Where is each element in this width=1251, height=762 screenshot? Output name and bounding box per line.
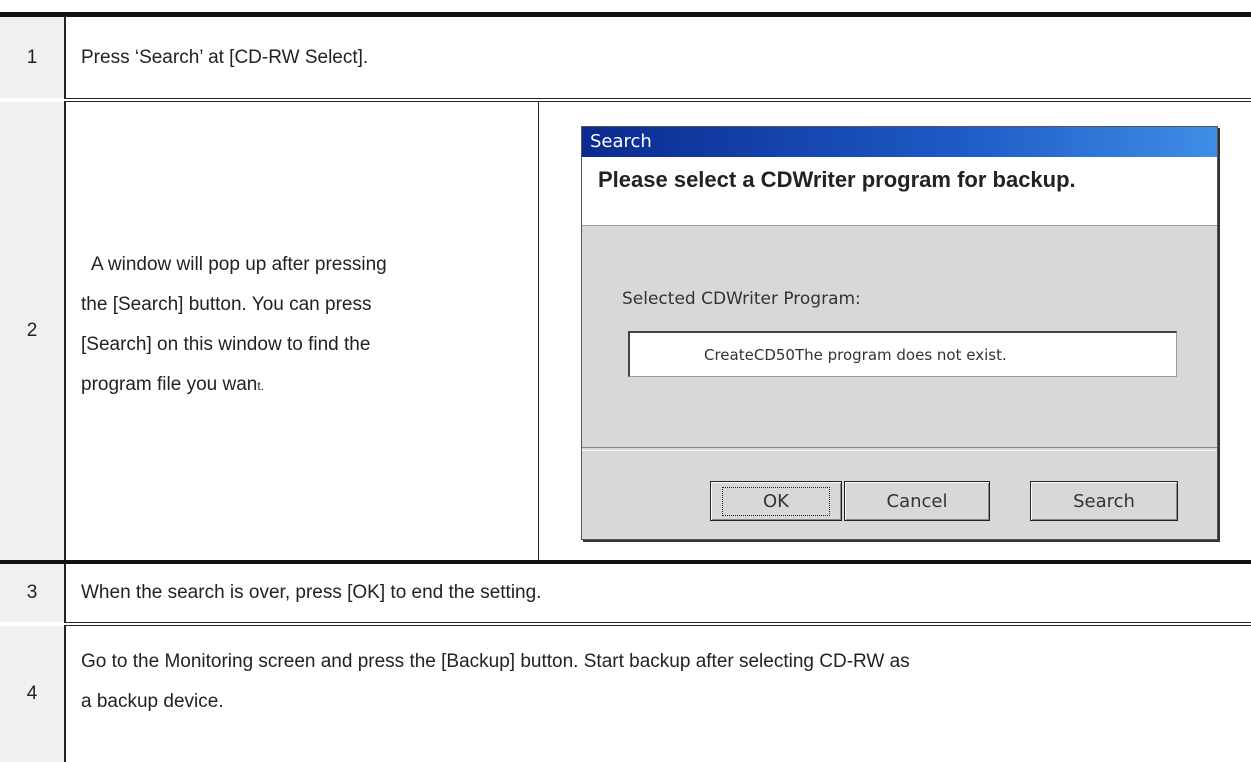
step-text-line: [Search] on this window to find the bbox=[81, 334, 371, 355]
dialog-separator bbox=[582, 447, 1217, 451]
step-text-line: a backup device. bbox=[81, 691, 224, 712]
selected-program-label: Selected CDWriter Program: bbox=[622, 289, 861, 309]
step-row-4: 4 Go to the Monitoring screen and press … bbox=[0, 626, 1251, 762]
step-text: Go to the Monitoring screen and press th… bbox=[81, 642, 1246, 722]
step-number: 2 bbox=[0, 102, 66, 560]
dialog-titlebar: Search bbox=[582, 127, 1217, 157]
dialog-heading: Please select a CDWriter program for bac… bbox=[598, 167, 1076, 192]
column-divider bbox=[538, 102, 539, 560]
step-text: A window will pop up after pressing the … bbox=[81, 245, 531, 406]
cancel-button[interactable]: Cancel bbox=[844, 481, 990, 521]
ok-button[interactable]: OK bbox=[710, 481, 842, 521]
dialog-heading-area: Please select a CDWriter program for bac… bbox=[582, 157, 1217, 226]
step-number: 3 bbox=[0, 564, 66, 622]
step-text: Press ‘Search’ at [CD-RW Select]. bbox=[81, 47, 369, 68]
step-text-line: A window will pop up after pressing bbox=[91, 254, 387, 275]
step-row-3: 3 When the search is over, press [OK] to… bbox=[0, 564, 1251, 622]
step-text-line: the [Search] button. You can press bbox=[81, 294, 372, 315]
step-number: 1 bbox=[0, 17, 66, 98]
step-text-line: program file you want. bbox=[81, 374, 265, 395]
step-row-1: 1 Press ‘Search’ at [CD-RW Select]. bbox=[0, 17, 1251, 98]
step-text-line: Go to the Monitoring screen and press th… bbox=[81, 651, 910, 672]
step-text: When the search is over, press [OK] to e… bbox=[81, 582, 542, 603]
search-dialog: Search Please select a CDWriter program … bbox=[581, 126, 1218, 540]
search-button[interactable]: Search bbox=[1030, 481, 1178, 521]
step-number: 4 bbox=[0, 626, 66, 762]
selected-program-field: CreateCD50The program does not exist. bbox=[628, 331, 1177, 377]
